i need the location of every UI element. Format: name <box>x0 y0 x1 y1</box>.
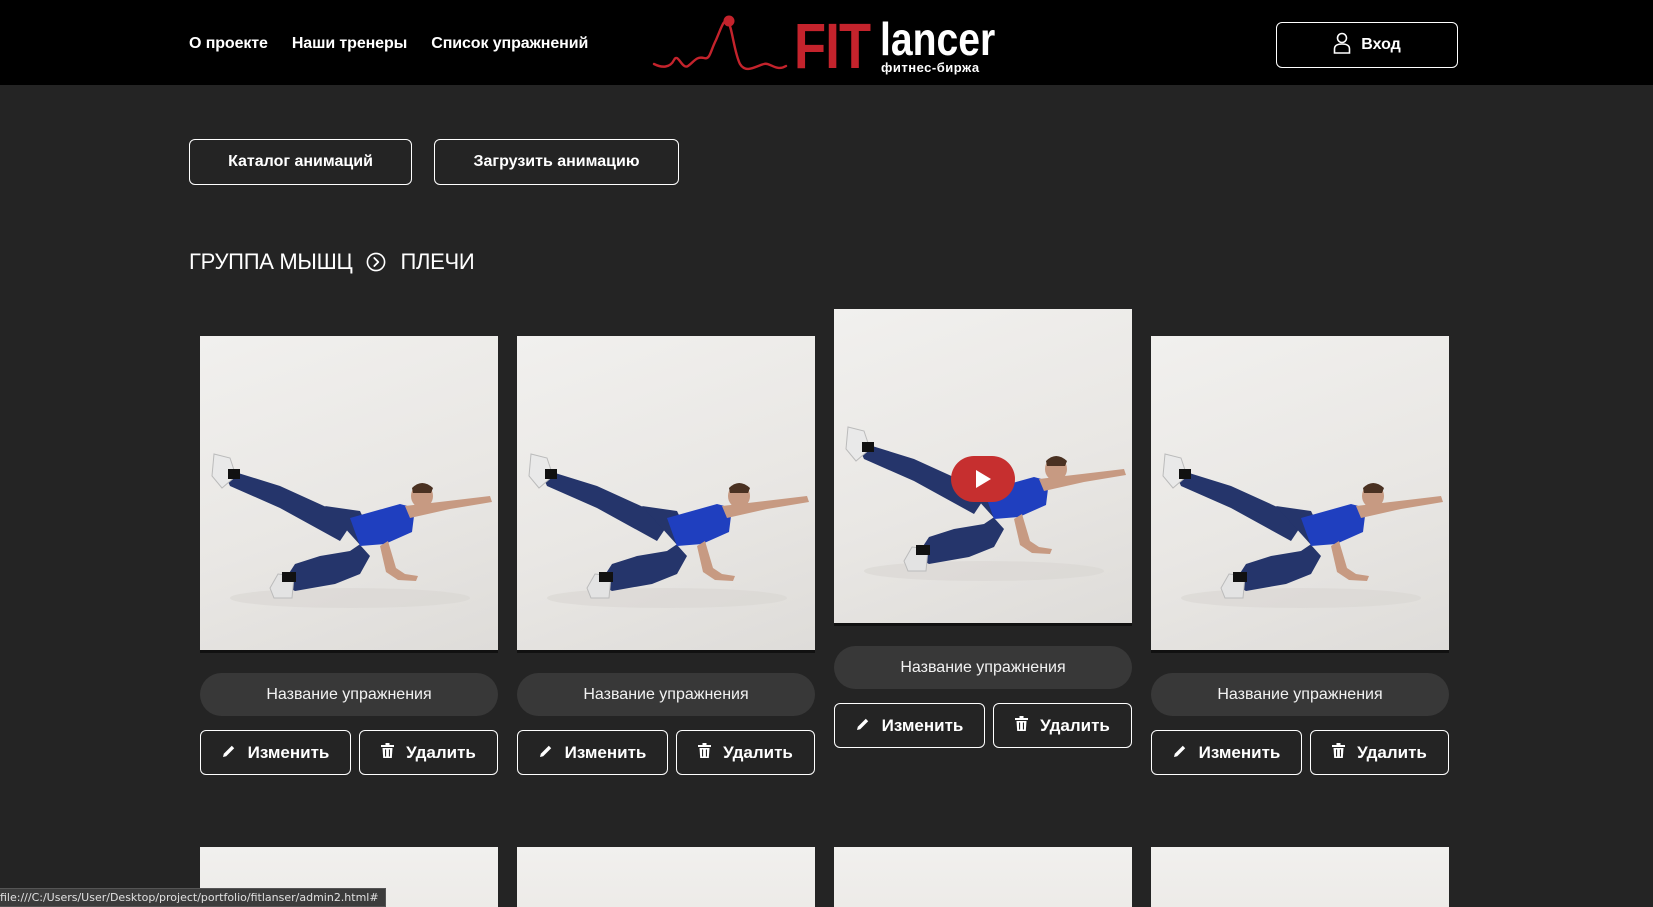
nav-item-trainers[interactable]: Наши тренеры <box>292 35 407 53</box>
exercise-card: Название упражнения Изменить Удалить <box>1151 336 1449 776</box>
logo-subtitle: фитнес-биржа <box>881 60 980 75</box>
edit-button[interactable]: Изменить <box>200 730 351 775</box>
exercise-card: Название упражнения Изменить Удалить <box>517 336 815 776</box>
exercise-figure-image <box>211 453 492 608</box>
trash-icon <box>698 742 712 763</box>
delete-label: Удалить <box>723 742 793 762</box>
delete-button[interactable]: Удалить <box>1310 730 1449 775</box>
pencil-icon <box>1173 743 1187 763</box>
trash-icon <box>381 742 395 763</box>
pencil-icon <box>222 743 236 763</box>
exercise-preview[interactable] <box>834 847 1132 907</box>
chevron-right-circle-icon <box>366 252 386 272</box>
user-icon <box>1333 32 1351 59</box>
exercise-card: Название упражнения Изменить Удалить <box>834 309 1132 749</box>
heartbeat-logo-icon <box>652 15 788 71</box>
edit-label: Изменить <box>881 715 964 735</box>
pencil-icon <box>856 716 870 736</box>
logo-lancer-text: lancer <box>880 13 996 65</box>
trash-icon <box>1332 742 1346 763</box>
delete-button[interactable]: Удалить <box>993 703 1132 748</box>
delete-label: Удалить <box>406 742 476 762</box>
login-button[interactable]: Вход <box>1276 22 1458 68</box>
exercise-animation[interactable] <box>517 336 815 653</box>
nav-item-exercises[interactable]: Список упражнений <box>431 35 588 53</box>
breadcrumb-root[interactable]: ГРУППА МЫШЦ <box>189 249 353 275</box>
edit-button[interactable]: Изменить <box>834 703 985 748</box>
exercise-preview[interactable] <box>517 847 815 907</box>
delete-label: Удалить <box>1040 715 1110 735</box>
edit-button[interactable]: Изменить <box>1151 730 1302 775</box>
breadcrumb-current: ПЛЕЧИ <box>400 249 475 274</box>
logo-fit-text: FIT <box>794 10 871 82</box>
exercise-name: Название упражнения <box>517 673 815 716</box>
site-header: О проекте Наши тренеры Список упражнений… <box>0 0 1653 85</box>
exercise-name: Название упражнения <box>200 673 498 716</box>
login-label: Вход <box>1361 36 1401 53</box>
exercise-figure-image <box>528 453 809 608</box>
edit-label: Изменить <box>1198 742 1281 762</box>
exercise-animation[interactable] <box>834 309 1132 626</box>
breadcrumb: ГРУППА МЫШЦ ПЛЕЧИ <box>189 249 475 275</box>
exercise-name: Название упражнения <box>1151 673 1449 716</box>
edit-label: Изменить <box>564 742 647 762</box>
fitlancer-logo[interactable]: FIT lancer фитнес-биржа <box>652 12 1002 78</box>
exercise-animation[interactable] <box>1151 336 1449 653</box>
exercise-name: Название упражнения <box>834 646 1132 689</box>
exercise-figure-image <box>1162 453 1443 608</box>
main-nav: О проекте Наши тренеры Список упражнений <box>189 35 588 53</box>
upload-button[interactable]: Загрузить анимацию <box>434 139 679 185</box>
exercise-card: Название упражнения Изменить Удалить <box>200 336 498 776</box>
exercise-animation[interactable] <box>200 336 498 653</box>
delete-button[interactable]: Удалить <box>676 730 815 775</box>
catalog-button[interactable]: Каталог анимаций <box>189 139 412 185</box>
delete-label: Удалить <box>1357 742 1427 762</box>
trash-icon <box>1015 715 1029 736</box>
play-icon[interactable] <box>951 456 1015 502</box>
pencil-icon <box>539 743 553 763</box>
delete-button[interactable]: Удалить <box>359 730 498 775</box>
browser-status-url: file:///C:/Users/User/Desktop/project/po… <box>0 888 386 907</box>
exercise-preview[interactable] <box>1151 847 1449 907</box>
edit-button[interactable]: Изменить <box>517 730 668 775</box>
nav-item-about[interactable]: О проекте <box>189 35 268 53</box>
edit-label: Изменить <box>247 742 330 762</box>
